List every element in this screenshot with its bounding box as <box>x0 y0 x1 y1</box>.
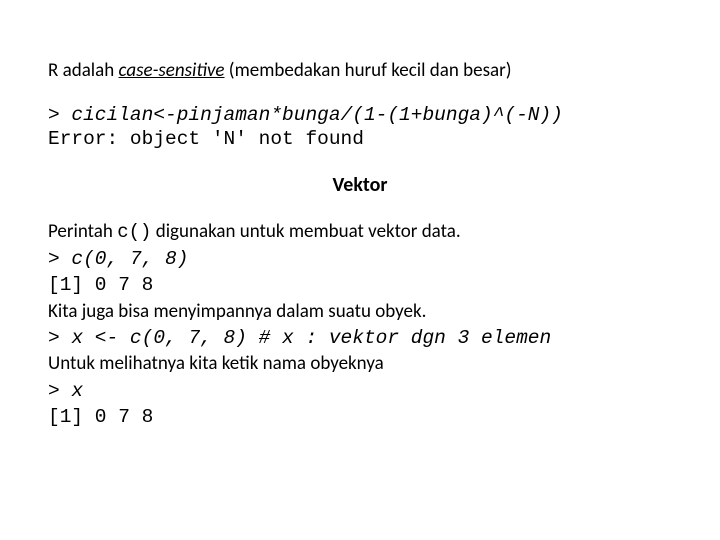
vector-code-line-1: > c(0, 7, 8) <box>48 246 672 272</box>
vector-paragraph-1: Perintah c() digunakan untuk membuat vek… <box>48 219 672 246</box>
code-line-error: Error: object 'N' not found <box>48 127 672 151</box>
section-heading-vektor: Vektor <box>48 173 672 197</box>
vector-paragraph-2: Kita juga bisa menyimpannya dalam suatu … <box>48 299 672 326</box>
vector-code-line-3: > x <box>48 378 672 404</box>
intro-emphasis: case-sensitive <box>119 59 225 82</box>
vector-p1-suffix: digunakan untuk membuat vektor data. <box>151 220 460 243</box>
intro-paragraph: R adalah case-sensitive (membedakan huru… <box>48 58 672 85</box>
vector-code-line-2: > x <- c(0, 7, 8) # x : vektor dgn 3 ele… <box>48 325 672 351</box>
code-line-input: > cicilan<-pinjaman*bunga/(1-(1+bunga)^(… <box>48 103 672 127</box>
vector-output-line-1: [1] 0 7 8 <box>48 272 672 298</box>
vector-p1-prefix: Perintah <box>48 220 117 243</box>
vector-p1-code: c() <box>117 221 151 243</box>
intro-prefix: R adalah <box>48 59 119 82</box>
vector-output-line-2: [1] 0 7 8 <box>48 404 672 430</box>
vector-paragraph-3: Untuk melihatnya kita ketik nama obyekny… <box>48 351 672 378</box>
intro-suffix: (membedakan huruf kecil dan besar) <box>225 59 512 82</box>
code-example-block: > cicilan<-pinjaman*bunga/(1-(1+bunga)^(… <box>48 103 672 152</box>
